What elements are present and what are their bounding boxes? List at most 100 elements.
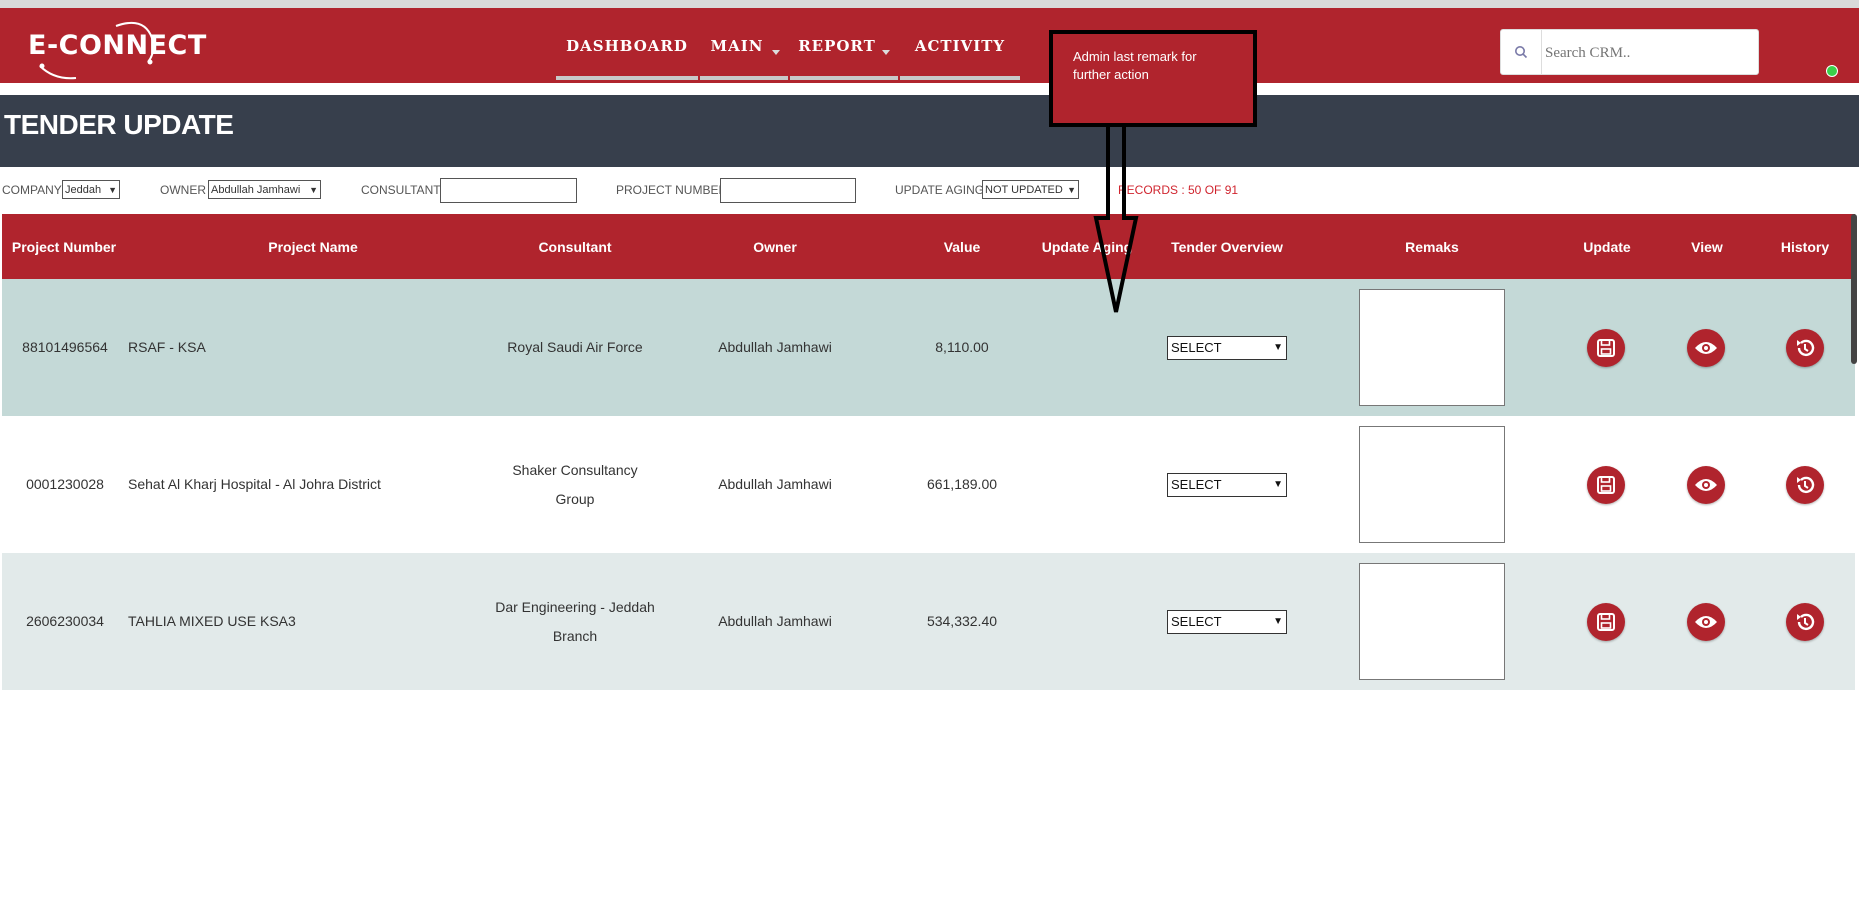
header-view[interactable]: View	[1657, 214, 1757, 279]
cell-project-name: RSAF - KSA	[128, 339, 206, 355]
cell-history	[1785, 553, 1825, 690]
top-navbar: E-CONNECT DASHBOARD MAIN REPORT ACTIVITY	[0, 8, 1859, 83]
header-value[interactable]: Value	[902, 214, 1022, 279]
chevron-down-icon: ▼	[309, 184, 318, 195]
company-label: COMPANY :	[2, 183, 69, 197]
history-icon	[1797, 613, 1815, 630]
chevron-down-icon: ▼	[1273, 616, 1283, 627]
header-tender-overview[interactable]: Tender Overview	[1152, 214, 1302, 279]
history-button[interactable]	[1786, 602, 1824, 641]
cell-consultant: Royal Saudi Air Force	[507, 339, 643, 355]
page-title: TENDER UPDATE	[4, 109, 234, 140]
cell-tender-overview: SELECT ▼	[1167, 416, 1287, 553]
search-input[interactable]	[1543, 30, 1757, 76]
header-remarks[interactable]: Remaks	[1357, 214, 1507, 279]
update-aging-select[interactable]: NOT UPDATED ▼	[982, 180, 1079, 199]
remarks-textarea[interactable]	[1359, 426, 1505, 543]
save-icon	[1597, 475, 1615, 494]
cell-remarks	[1357, 553, 1507, 690]
view-button[interactable]	[1687, 602, 1725, 641]
history-button[interactable]	[1786, 328, 1824, 367]
owner-label: OWNER :	[160, 183, 213, 197]
save-button[interactable]	[1587, 602, 1625, 641]
top-strip	[0, 0, 1859, 8]
header-update[interactable]: Update	[1557, 214, 1657, 279]
table-row: 2606230034 TAHLIA MIXED USE KSA3 Dar Eng…	[2, 553, 1855, 690]
app-logo[interactable]: E-CONNECT	[28, 30, 207, 61]
owner-value: Abdullah Jamhawi	[211, 183, 301, 196]
nav-main[interactable]: MAIN	[700, 16, 788, 80]
cell-history	[1785, 416, 1825, 553]
tender-overview-value: SELECT	[1171, 614, 1222, 629]
header-history[interactable]: History	[1755, 214, 1855, 279]
chevron-down-icon: ▼	[108, 184, 117, 195]
eye-icon	[1695, 341, 1717, 354]
chevron-down-icon: ▼	[1067, 184, 1076, 195]
cell-project-name: Sehat Al Kharj Hospital - Al Johra Distr…	[128, 476, 381, 492]
cell-view	[1686, 553, 1726, 690]
cell-value: 8,110.00	[935, 339, 989, 355]
save-icon	[1597, 612, 1615, 631]
history-button[interactable]	[1786, 465, 1824, 504]
table-row: 88101496564 RSAF - KSA Royal Saudi Air F…	[2, 279, 1855, 416]
chevron-down-icon: ▼	[1273, 342, 1283, 353]
header-project-name[interactable]: Project Name	[126, 214, 500, 279]
nav-activity[interactable]: ACTIVITY	[900, 16, 1020, 80]
nav-report[interactable]: REPORT	[790, 16, 898, 80]
view-button[interactable]	[1687, 465, 1725, 504]
consultant-input[interactable]	[440, 178, 577, 203]
company-select[interactable]: Jeddah ▼	[62, 180, 120, 199]
tender-overview-value: SELECT	[1171, 477, 1222, 492]
cell-tender-overview: SELECT ▼	[1167, 553, 1287, 690]
annotation-callout: Admin last remark for further action	[1049, 30, 1257, 127]
project-number-label: PROJECT NUMBER :	[616, 183, 734, 197]
cell-project-name: TAHLIA MIXED USE KSA3	[128, 613, 296, 629]
header-consultant[interactable]: Consultant	[500, 214, 650, 279]
table-header: Project Number Project Name Consultant O…	[2, 214, 1855, 279]
title-bar: TENDER UPDATE	[0, 95, 1859, 167]
chevron-down-icon: ▼	[1273, 479, 1283, 490]
cell-update	[1586, 553, 1626, 690]
eye-icon	[1695, 478, 1717, 491]
history-icon	[1797, 476, 1815, 493]
remarks-textarea[interactable]	[1359, 289, 1505, 406]
table-row: 0001230028 Sehat Al Kharj Hospital - Al …	[2, 416, 1855, 553]
vertical-scrollbar[interactable]	[1851, 214, 1857, 364]
nav-dashboard[interactable]: DASHBOARD	[556, 16, 698, 80]
cell-view	[1686, 279, 1726, 416]
tender-overview-select[interactable]: SELECT ▼	[1167, 609, 1287, 634]
tender-overview-value: SELECT	[1171, 340, 1222, 355]
cell-update-aging	[1032, 553, 1142, 690]
nav-dashboard-label: DASHBOARD	[566, 37, 688, 55]
cell-owner: Abdullah Jamhawi	[718, 476, 832, 492]
cell-value: 534,332.40	[926, 613, 998, 629]
cell-value: 661,189.00	[926, 476, 998, 492]
nav-main-label: MAIN	[710, 37, 764, 55]
nav-report-label: REPORT	[798, 37, 876, 55]
update-aging-label: UPDATE AGING :	[895, 183, 991, 197]
company-value: Jeddah	[65, 183, 102, 196]
header-owner[interactable]: Owner	[700, 214, 850, 279]
search-box	[1500, 29, 1759, 76]
tender-overview-select[interactable]: SELECT ▼	[1167, 472, 1287, 497]
remarks-textarea[interactable]	[1359, 563, 1505, 680]
cell-owner: Abdullah Jamhawi	[718, 613, 832, 629]
main-menu: DASHBOARD MAIN REPORT ACTIVITY	[556, 16, 1022, 82]
owner-select[interactable]: Abdullah Jamhawi ▼	[208, 180, 321, 199]
cell-update-aging	[1032, 416, 1142, 553]
view-button[interactable]	[1687, 328, 1725, 367]
search-icon[interactable]	[1501, 30, 1542, 74]
update-aging-value: NOT UPDATED	[985, 183, 1063, 196]
cell-project-number: 88101496564	[22, 339, 108, 355]
project-number-input[interactable]	[720, 178, 856, 203]
tender-table: Project Number Project Name Consultant O…	[2, 214, 1855, 690]
save-button[interactable]	[1587, 328, 1625, 367]
cell-project-number: 2606230034	[26, 613, 104, 629]
save-button[interactable]	[1587, 465, 1625, 504]
nav-activity-label: ACTIVITY	[914, 37, 1006, 55]
header-project-number[interactable]: Project Number	[2, 214, 126, 279]
cell-history	[1785, 279, 1825, 416]
tender-overview-select[interactable]: SELECT ▼	[1167, 335, 1287, 360]
consultant-label: CONSULTANT :	[361, 183, 448, 197]
cell-project-number: 0001230028	[26, 476, 104, 492]
